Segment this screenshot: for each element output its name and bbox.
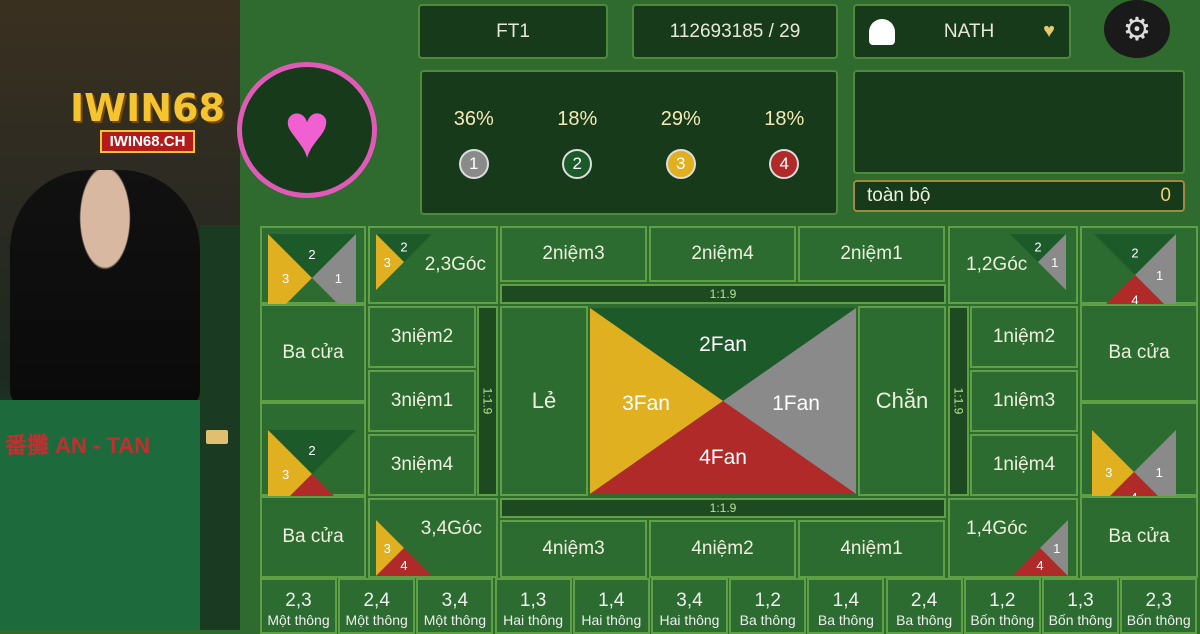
triangle-label: 2 <box>1034 240 1041 255</box>
fan-4-label: 4Fan <box>699 446 747 469</box>
thong-bet[interactable]: 2,4 Ba thông <box>885 578 963 634</box>
stat-1: 36% 1 <box>439 108 509 213</box>
payout-bar: 1:1.9 <box>500 498 946 518</box>
nim-bet[interactable]: 1niệm3 <box>970 370 1078 432</box>
number-ball: 1 <box>458 149 489 179</box>
round-id: 112693185 / 29 <box>632 4 838 59</box>
payout-bar: 1:1.9 <box>500 284 946 304</box>
selected-suit-heart[interactable]: ♥ <box>237 62 377 198</box>
payout-bar: 1:1.9 <box>477 306 498 496</box>
user-icon <box>869 18 895 45</box>
triangle-label: 4 <box>400 558 407 573</box>
fan-triangle-icon: 34 <box>376 520 432 576</box>
triangle-label: 1 <box>1051 255 1058 270</box>
dealer <box>10 170 200 410</box>
fan-1-label: 1Fan <box>772 392 820 415</box>
user-box: NATH ♥ <box>853 4 1071 59</box>
triangle-label: 3 <box>282 467 289 482</box>
ba-cua-bet[interactable]: Ba cửa <box>1080 304 1198 402</box>
fan-triangle-icon: 14 <box>1012 520 1068 576</box>
nim-bet[interactable]: 2niệm4 <box>649 226 796 282</box>
fan-center: 2Fan 3Fan 1Fan 4Fan <box>590 308 856 494</box>
stat-3: 29% 3 <box>646 108 716 213</box>
stats-panel: 36% 1 18% 2 29% 3 18% 4 <box>420 70 838 215</box>
triangle-label: 2 <box>308 247 315 262</box>
ba-cua-bet[interactable]: Ba cửa <box>260 496 366 578</box>
video-rail <box>200 225 240 630</box>
triangle-label: 2 <box>1131 245 1138 260</box>
camera-icon[interactable] <box>206 430 228 444</box>
nim-bet[interactable]: 3niệm2 <box>368 306 476 368</box>
heart-suit-icon: ♥ <box>283 86 331 174</box>
triangle-label: 1 <box>1156 268 1163 283</box>
payout-bar: 1:1.9 <box>948 306 969 496</box>
fan-2-label: 2Fan <box>699 333 747 356</box>
triangle-label: 1 <box>1053 541 1060 556</box>
thong-bet[interactable]: 2,3 Một thông <box>260 578 337 634</box>
settings-gear-icon[interactable]: ⚙ <box>1104 0 1170 58</box>
triangle-label: 1 <box>1156 465 1163 480</box>
number-ball: 3 <box>665 149 696 179</box>
total-label: toàn bộ <box>867 185 931 206</box>
triangle-label: 2 <box>308 443 315 458</box>
logo: IWIN68 IWIN68.CH <box>65 50 230 160</box>
fan-triangle-icon: 23 <box>376 234 432 290</box>
table-id: FT1 <box>418 4 608 59</box>
triangle-label: 3 <box>384 255 391 270</box>
ba-cua-bet[interactable]: Ba cửa <box>1080 496 1198 578</box>
triangle-label: 2 <box>400 240 407 255</box>
total-bet: toàn bộ 0 <box>853 180 1185 212</box>
nim-bet[interactable]: 1niệm2 <box>970 306 1078 368</box>
thong-bet[interactable]: 3,4 Hai thông <box>651 578 728 634</box>
number-ball: 4 <box>769 149 800 179</box>
number-ball: 2 <box>562 149 593 179</box>
triangle-label: 3 <box>282 271 289 286</box>
total-value: 0 <box>1160 185 1171 206</box>
nim-bet[interactable]: 3niệm4 <box>368 434 476 496</box>
thong-bet[interactable]: 2,3 Bốn thông <box>1120 578 1198 634</box>
even-bet[interactable]: Chẵn <box>858 306 946 496</box>
nim-bet[interactable]: 4niệm3 <box>500 520 647 578</box>
username: NATH <box>943 20 995 42</box>
triangle-label: 4 <box>1036 558 1043 573</box>
odd-bet[interactable]: Lẻ <box>500 306 588 496</box>
thong-bet[interactable]: 1,2 Ba thông <box>729 578 807 634</box>
thong-bet[interactable]: 1,3 Bốn thông <box>1042 578 1119 634</box>
nim-bet[interactable]: 2niệm3 <box>500 226 647 282</box>
nim-bet[interactable]: 1niệm4 <box>970 434 1078 496</box>
thong-bet[interactable]: 1,2 Bốn thông <box>963 578 1041 634</box>
triangle-label: 1 <box>335 271 342 286</box>
thong-bet[interactable]: 1,3 Hai thông <box>494 578 572 634</box>
triangle-label: 3 <box>1105 465 1112 480</box>
nim-bet[interactable]: 2niệm1 <box>798 226 945 282</box>
thong-bet[interactable]: 1,4 Ba thông <box>807 578 885 634</box>
thong-bet[interactable]: 1,4 Hai thông <box>572 578 650 634</box>
nim-bet[interactable]: 3niệm1 <box>368 370 476 432</box>
nim-bet[interactable]: 4niệm1 <box>798 520 945 578</box>
heart-icon[interactable]: ♥ <box>1043 20 1055 43</box>
thong-bet[interactable]: 2,4 Một thông <box>338 578 416 634</box>
history-panel <box>853 70 1185 174</box>
stat-2: 18% 2 <box>542 108 612 213</box>
ba-cua-bet[interactable]: Ba cửa <box>260 304 366 402</box>
table-text: 番攤 AN - TAN <box>5 433 151 458</box>
fan-3-label: 3Fan <box>622 392 670 415</box>
triangle-label: 3 <box>384 541 391 556</box>
stat-4: 18% 4 <box>749 108 819 213</box>
nim-bet[interactable]: 4niệm2 <box>649 520 796 578</box>
fan-triangle-icon: 21 <box>1010 234 1066 290</box>
thong-bet[interactable]: 3,4 Một thông <box>416 578 494 634</box>
